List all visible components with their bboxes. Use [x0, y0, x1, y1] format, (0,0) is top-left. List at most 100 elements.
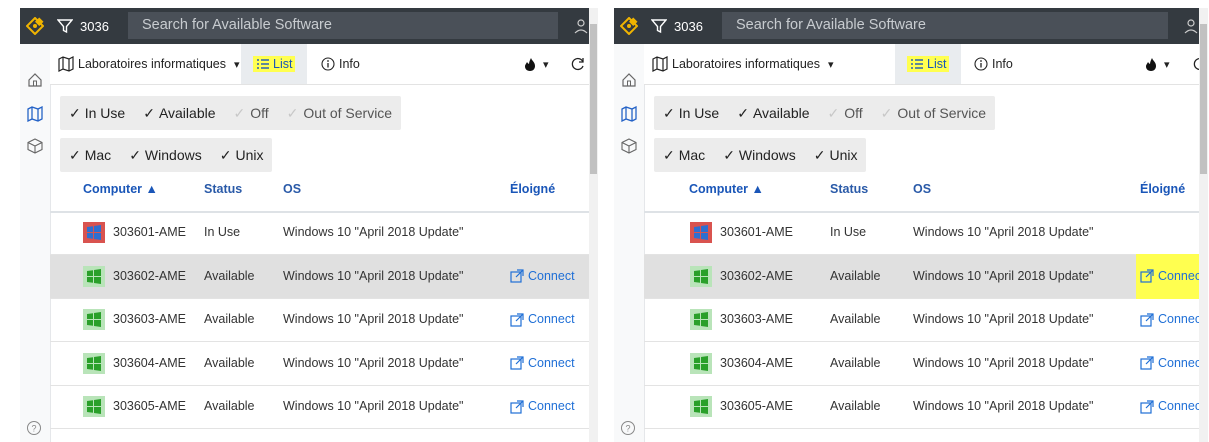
filter-icon — [651, 19, 667, 34]
connect-link[interactable]: Connect — [1140, 385, 1205, 428]
connect-label: Connect — [528, 312, 575, 326]
status-filter-in-use[interactable]: ✓ In Use — [60, 96, 134, 130]
connect-link[interactable]: Connect — [1140, 298, 1205, 341]
location-dropdown[interactable]: Laboratoires informatiques ▾ — [652, 44, 834, 84]
logo-icon[interactable] — [20, 8, 50, 44]
table-row[interactable]: 303602-AME Available Windows 10 "April 201… — [644, 253, 1208, 299]
os-filter-unix[interactable]: ✓ Unix — [805, 138, 867, 172]
status-cell: Available — [204, 399, 255, 413]
check-icon: ✓ — [663, 104, 675, 121]
scrollbar[interactable] — [589, 8, 598, 442]
help-icon[interactable]: ? — [26, 420, 42, 436]
user-icon[interactable] — [1182, 17, 1200, 35]
logo-icon[interactable] — [614, 8, 644, 44]
connect-label: Connect — [1158, 399, 1205, 413]
column-header-computer[interactable]: Computer ▲ — [83, 168, 158, 211]
windows-icon — [87, 399, 101, 414]
cube-icon[interactable] — [621, 138, 637, 154]
computer-name: 303605-AME — [113, 399, 186, 413]
search-input[interactable]: Search for Available Software — [722, 12, 1168, 39]
check-icon: ✓ — [723, 146, 735, 163]
table-row[interactable]: 303603-AME Available Windows 10 "April 201… — [50, 298, 598, 342]
connect-link[interactable]: Connect — [1136, 253, 1208, 299]
filter-button[interactable]: 3036 — [57, 8, 109, 44]
home-icon — [622, 73, 636, 87]
list-view-button[interactable]: List — [241, 44, 308, 84]
chip-label: Off — [250, 105, 269, 121]
check-icon: ✓ — [219, 146, 232, 163]
table-row[interactable]: 303602-AME Available Windows 10 "April 201… — [50, 254, 598, 299]
location-label: Laboratoires informatiques — [672, 57, 820, 71]
status-filter-out-of-service[interactable]: ✓ Out of Service — [872, 96, 995, 130]
map-icon — [27, 105, 43, 123]
os-filter-windows[interactable]: ✓ Windows — [714, 138, 805, 172]
top-bar: 3036 Search for Available Software — [614, 8, 1208, 44]
connect-link[interactable]: Connect — [510, 255, 575, 298]
column-header-os[interactable]: OS — [283, 168, 301, 211]
connect-link[interactable]: Connect — [1140, 342, 1205, 385]
map-icon[interactable] — [621, 105, 637, 123]
column-header-remote[interactable]: Éloigné — [1140, 168, 1185, 211]
connect-link[interactable]: Connect — [510, 298, 575, 341]
os-filter-mac[interactable]: ✓ Mac — [654, 138, 714, 172]
status-filter-off[interactable]: ✓ Off — [225, 96, 278, 130]
info-button[interactable]: Info — [974, 44, 1013, 84]
status-filter-in-use[interactable]: ✓ In Use — [654, 96, 728, 130]
connect-link[interactable]: Connect — [510, 385, 575, 428]
external-link-icon — [510, 399, 524, 414]
table-row[interactable]: 303605-AME Available Windows 10 "April 201… — [50, 385, 598, 429]
connect-link-body: Connect — [510, 255, 575, 298]
user-icon[interactable] — [572, 17, 590, 35]
list-view-button[interactable]: List — [895, 44, 962, 84]
os-cell: Windows 10 "April 2018 Update" — [283, 355, 464, 370]
scrollbar-thumb[interactable] — [590, 24, 597, 174]
status-filter-available[interactable]: ✓ Available — [134, 96, 224, 130]
cube-icon[interactable] — [27, 138, 43, 154]
os-filter-windows[interactable]: ✓ Windows — [120, 138, 211, 172]
home-icon[interactable] — [27, 72, 43, 88]
connect-label: Connect — [528, 268, 575, 283]
status-filter-out-of-service[interactable]: ✓ Out of Service — [278, 96, 401, 130]
status-filter-available[interactable]: ✓ Available — [728, 96, 818, 130]
table-row[interactable]: 303603-AME Available Windows 10 "April 201… — [644, 298, 1208, 342]
location-label: Laboratoires informatiques — [78, 57, 226, 71]
windows-icon — [690, 222, 712, 243]
connect-link-body: Connect — [1140, 298, 1205, 341]
status-filter-off[interactable]: ✓ Off — [819, 96, 872, 130]
home-icon[interactable] — [621, 72, 637, 88]
status-filter: ✓ In Use ✓ Available ✓ Off ✓ Out of Service — [60, 96, 402, 130]
svg-text:?: ? — [625, 424, 630, 434]
column-header-os[interactable]: OS — [913, 168, 931, 211]
windows-icon — [690, 265, 712, 287]
column-header-remote[interactable]: Éloigné — [510, 168, 555, 211]
scrollbar-thumb[interactable] — [1200, 24, 1207, 174]
cube-icon — [621, 138, 637, 154]
filter-button[interactable]: 3036 — [651, 8, 703, 44]
filter-dropdown[interactable]: ▾ — [1144, 44, 1170, 84]
connect-link[interactable]: Connect — [510, 342, 575, 385]
map-icon[interactable] — [27, 105, 43, 123]
chevron-down-icon: ▾ — [543, 58, 549, 71]
column-header-status[interactable]: Status — [830, 168, 868, 211]
table-row[interactable]: 303605-AME Available Windows 10 "April 201… — [644, 385, 1208, 429]
help-icon[interactable]: ? — [620, 420, 636, 436]
info-button[interactable]: Info — [321, 44, 360, 84]
refresh-button[interactable] — [570, 44, 586, 84]
column-header-computer[interactable]: Computer ▲ — [689, 168, 764, 211]
filter-count: 3036 — [80, 18, 109, 34]
table-row[interactable]: 303601-AME In Use Windows 10 "April 2018 U… — [50, 211, 598, 255]
column-header-status[interactable]: Status — [204, 168, 242, 211]
filter-dropdown[interactable]: ▾ — [523, 44, 549, 84]
scrollbar[interactable] — [1199, 8, 1208, 442]
os-filter-mac[interactable]: ✓ Mac — [60, 138, 120, 172]
search-input[interactable]: Search for Available Software — [128, 12, 558, 39]
table-row[interactable]: 303604-AME Available Windows 10 "April 201… — [50, 342, 598, 386]
table-row[interactable]: 303604-AME Available Windows 10 "April 201… — [644, 342, 1208, 386]
filter-count: 3036 — [674, 18, 703, 34]
status-cell: Available — [204, 268, 255, 283]
table-row[interactable]: 303601-AME In Use Windows 10 "April 2018 U… — [644, 211, 1208, 255]
windows-icon — [83, 222, 105, 243]
os-filter-unix[interactable]: ✓ Unix — [211, 138, 273, 172]
location-dropdown[interactable]: Laboratoires informatiques ▾ — [58, 44, 240, 84]
connect-label: Connect — [1158, 355, 1205, 370]
